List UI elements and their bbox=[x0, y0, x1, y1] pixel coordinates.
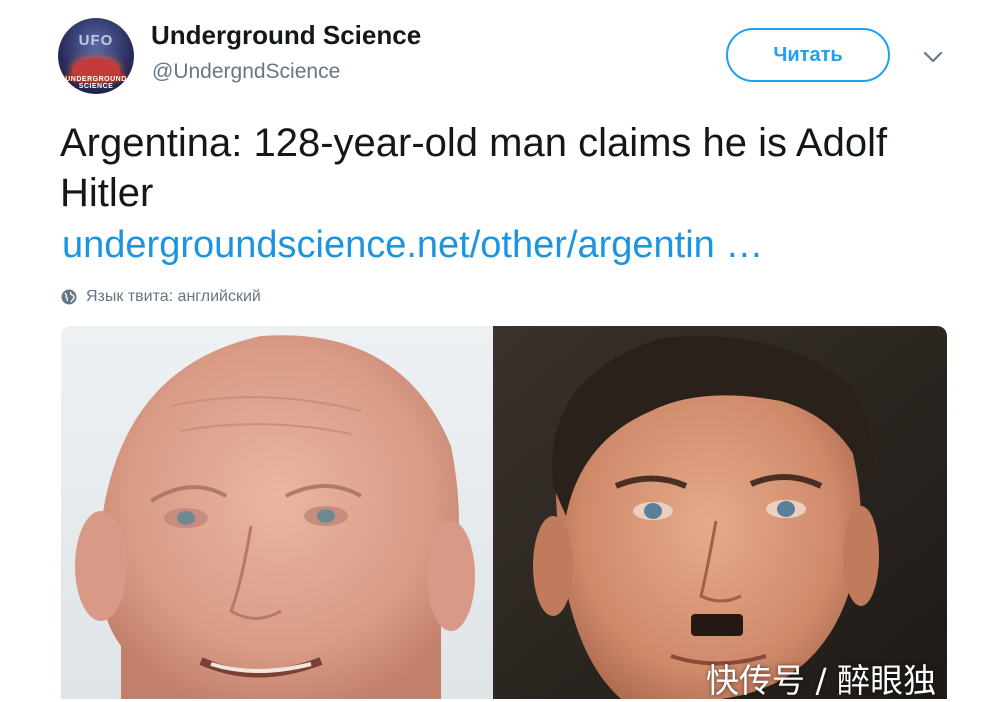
tweet-link[interactable]: undergroundscience.net/other/argentin … bbox=[62, 222, 942, 268]
avatar-label: UFO bbox=[78, 32, 114, 49]
watermark-text: 快传号 / 醉眼独 bbox=[706, 661, 937, 700]
tweet-text: Argentina: 128-year-old man claims he is… bbox=[60, 121, 888, 215]
author-handle[interactable]: @UndergndScience bbox=[152, 60, 340, 84]
media-left-photo bbox=[61, 326, 493, 699]
tweet-language-row: Язык твита: английский bbox=[60, 287, 261, 307]
avatar-band-text: UNDERGROUND SCIENCE bbox=[65, 76, 127, 90]
globe-icon bbox=[61, 289, 77, 305]
media-image-pair bbox=[61, 326, 947, 699]
author-avatar[interactable]: UFO UNDERGROUND SCIENCE bbox=[58, 18, 134, 94]
media-right-photo bbox=[493, 326, 947, 699]
follow-button[interactable]: Читать bbox=[726, 28, 890, 82]
author-display-name[interactable]: Underground Science bbox=[151, 20, 421, 51]
tweet-language-label: Язык твита: английский bbox=[86, 288, 261, 305]
tweet-media[interactable] bbox=[61, 326, 947, 699]
chevron-down-icon[interactable] bbox=[920, 44, 946, 70]
